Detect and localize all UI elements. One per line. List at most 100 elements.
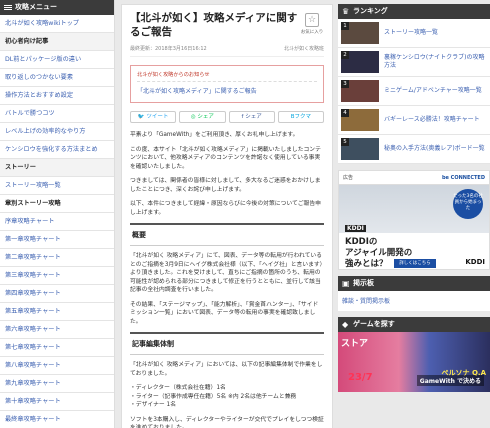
ad-header: 広告 be CONNECTED [339,171,489,185]
article: 【北斗が如く】攻略メディアに関するご報告 ☆ お気に入り 最終更新：2018年3… [121,4,333,428]
ad-label: 広告 [343,175,354,181]
author: 北斗が如く攻略班 [283,46,324,52]
ranking-thumbnail: 4 [341,109,379,131]
menu-item: ストーリー [0,159,114,177]
notice-box: 北斗が如く攻略からのお知らせ 「北斗が如く攻略メディア」に関するご報告 [130,65,324,103]
ranking-thumbnail: 5 [341,138,379,160]
menu-list: 北斗が如く攻略wikiトップ 初心者向け記事 DL前とパッケージ版の違い 取り返しのつ… [0,15,114,428]
updated-date: 最終更新：2018年3月16日16:12 [130,46,207,52]
banner-text: ストア [341,339,369,349]
team-line: ・ライター（記事作成専任在籍）5名 ※内 2名は他チームと兼務 [130,393,297,400]
rank-number: 5 [341,138,349,146]
game-banner[interactable]: ストア 23/7 ペルソナ Q.A GameWith で決める [338,332,490,392]
menu-header: 攻略メニュー [0,0,114,15]
board-header: ▣ 掲示板 [338,276,490,291]
games-title: ゲームを探す [353,320,395,328]
board-widget: ▣ 掲示板 雑談・質問掲示板 [338,276,490,311]
advertisement[interactable]: 広告 be CONNECTED たった3名の社員から始まった KDDI KDDI… [338,170,490,270]
rank-number: 1 [341,22,349,30]
menu-item: 初心者向け記事 [0,33,114,51]
board-title: 掲示板 [353,279,374,287]
ranking-label: ミニゲーム/アドベンチャー攻略一覧 [384,87,482,94]
paragraph: 平素より「GameWith」をご利用頂き、厚くお礼申し上げます。 [130,132,299,138]
ranking-label: 裏稼ケンシロウ(ナイトクラブ)の攻略方法 [384,54,485,69]
right-sidebar: ♛ ランキング 1 ストーリー攻略一覧 2 裏稼ケンシロウ(ナイトクラブ)の攻略方法 3… [338,4,490,428]
ranking-header: ♛ ランキング [338,4,490,19]
favorite-button[interactable]: ☆ お気に入り [299,13,325,35]
board-icon: ▣ [342,279,350,288]
article-meta: 最終更新：2018年3月16日16:12 北斗が如く攻略班 [130,45,324,57]
ranking-label: バギーレース必勝法！攻略チャート [384,116,480,123]
section-heading-overview: 概要 [130,223,324,246]
menu-item[interactable]: 第八章攻略チャート [0,357,114,375]
paragraph: 「北斗が如く 攻略メディア」においては、以下の記事編集体制で作業をしておりました… [130,362,323,377]
ranking-thumbnail: 3 [341,80,379,102]
ranking-item[interactable]: 4 バギーレース必勝法！攻略チャート [338,106,490,135]
notice-link[interactable]: 「北斗が如く攻略メディア」に関するご報告 [137,81,317,95]
board-link[interactable]: 雑談・質問掲示板 [338,291,490,311]
menu-title: 攻略メニュー [15,3,57,11]
crown-icon: ♛ [342,7,350,16]
menu-item[interactable]: DL前とパッケージ版の違い [0,51,114,69]
ranking-item[interactable]: 1 ストーリー攻略一覧 [338,19,490,48]
ranking-thumbnail: 1 [341,22,379,44]
menu-item[interactable]: 取り返しのつかない要素 [0,69,114,87]
games-header: ◆ ゲームを探す [338,317,490,332]
paragraph: この度、本サイト「北斗が如く攻略メディア」に掲載いたしましたコンテンツにおいて、… [130,146,321,170]
hatena-bookmark-button[interactable]: Bフクマ [277,111,324,123]
notice-heading: 北斗が如く攻略からのお知らせ [137,72,210,78]
favorite-label: お気に入り [300,30,324,35]
menu-item[interactable]: 最終章攻略チャート [0,411,114,428]
ranking-item[interactable]: 3 ミニゲーム/アドベンチャー攻略一覧 [338,77,490,106]
page-title: 【北斗が如く】攻略メディアに関するご報告 [130,12,298,38]
menu-item[interactable]: 第九章攻略チャート [0,375,114,393]
menu-item[interactable]: 操作方法とおすすめ設定 [0,87,114,105]
menu-item[interactable]: 第二章攻略チャート [0,249,114,267]
menu-item[interactable]: 章別ストーリー攻略 [0,195,114,213]
ranking-thumbnail: 2 [341,51,379,73]
menu-item[interactable]: 序章攻略チャート [0,213,114,231]
menu-item[interactable]: 第三章攻略チャート [0,267,114,285]
menu-item[interactable]: ケンシロウを強化する方法まとめ [0,141,114,159]
tweet-button[interactable]: 🐦 ツイート [130,111,177,123]
menu-item[interactable]: 第一章攻略チャート [0,231,114,249]
team-line: ・デザイナー 1名 [130,402,176,408]
ranking-list: 1 ストーリー攻略一覧 2 裏稼ケンシロウ(ナイトクラブ)の攻略方法 3 ミニゲーム/アド… [338,19,490,164]
ranking-item[interactable]: 5 秘奥の入手方法(奥義レア)ボード一覧 [338,135,490,164]
menu-item[interactable]: 第四章攻略チャート [0,285,114,303]
share-bar: 🐦 ツイート ◎ シェア f シェア Bフクマ [130,111,324,123]
ad-brand: be CONNECTED [441,175,485,181]
paragraph: 「北斗が如く 攻略メディア」にて、図表、データ等の転用が行われているとのご指摘を… [130,253,323,293]
ranking-item[interactable]: 2 裏稼ケンシロウ(ナイトクラブ)の攻略方法 [338,48,490,77]
ad-cta-button[interactable]: 詳しくはこちら [394,259,436,268]
rank-number: 3 [341,80,349,88]
team-line: ・ディレクター（株式会社在籍）1名 [130,385,226,391]
banner-text: GameWith で決める [416,375,484,386]
menu-item[interactable]: 第七章攻略チャート [0,339,114,357]
facebook-share-button[interactable]: f シェア [228,111,275,123]
line-share-button[interactable]: ◎ シェア [179,111,226,123]
menu-item[interactable]: 第五章攻略チャート [0,303,114,321]
star-icon: ☆ [305,13,319,27]
rank-number: 2 [341,51,349,59]
menu-item[interactable]: 第十章攻略チャート [0,393,114,411]
ad-logo-small: KDDI [345,225,366,232]
rank-number: 4 [341,109,349,117]
menu-item[interactable]: 第六章攻略チャート [0,321,114,339]
ad-tagline: たった3名の社員から始まった [453,189,483,219]
paragraph: つきましては、関係者の皆様に対しまして、多大なるご迷惑をおかけしましたことにつき… [130,178,321,193]
menu-item[interactable]: レベル上げの効率的なやり方 [0,123,114,141]
section-heading-team: 記事編集体制 [130,332,324,355]
menu-item[interactable]: 北斗が如く攻略wikiトップ [0,15,114,33]
gamepad-icon: ◆ [342,320,349,329]
paragraph: その結果、「ステージマップ」、「能力解析」、「賞金首ハンター」、「サイドミッショ… [130,301,319,325]
menu-icon [4,5,12,10]
menu-item[interactable]: バトルで勝つコツ [0,105,114,123]
left-sidebar: 攻略メニュー 北斗が如く攻略wikiトップ 初心者向け記事 DL前とパッケージ版の違… [0,0,115,428]
game-search-widget: ◆ ゲームを探す ストア 23/7 ペルソナ Q.A GameWith で決める [338,317,490,392]
ranking-title: ランキング [353,7,388,15]
paragraph: 以下、本件につきまして経緯・原因ならびに今後の対策についてご報告申し上げます。 [130,201,321,216]
menu-item[interactable]: ストーリー攻略一覧 [0,177,114,195]
paragraph: ソフトを3本購入し、ディレクターやライターが交代でプレイをしつつ検証を進めており… [130,416,324,428]
ranking-label: ストーリー攻略一覧 [384,29,439,36]
